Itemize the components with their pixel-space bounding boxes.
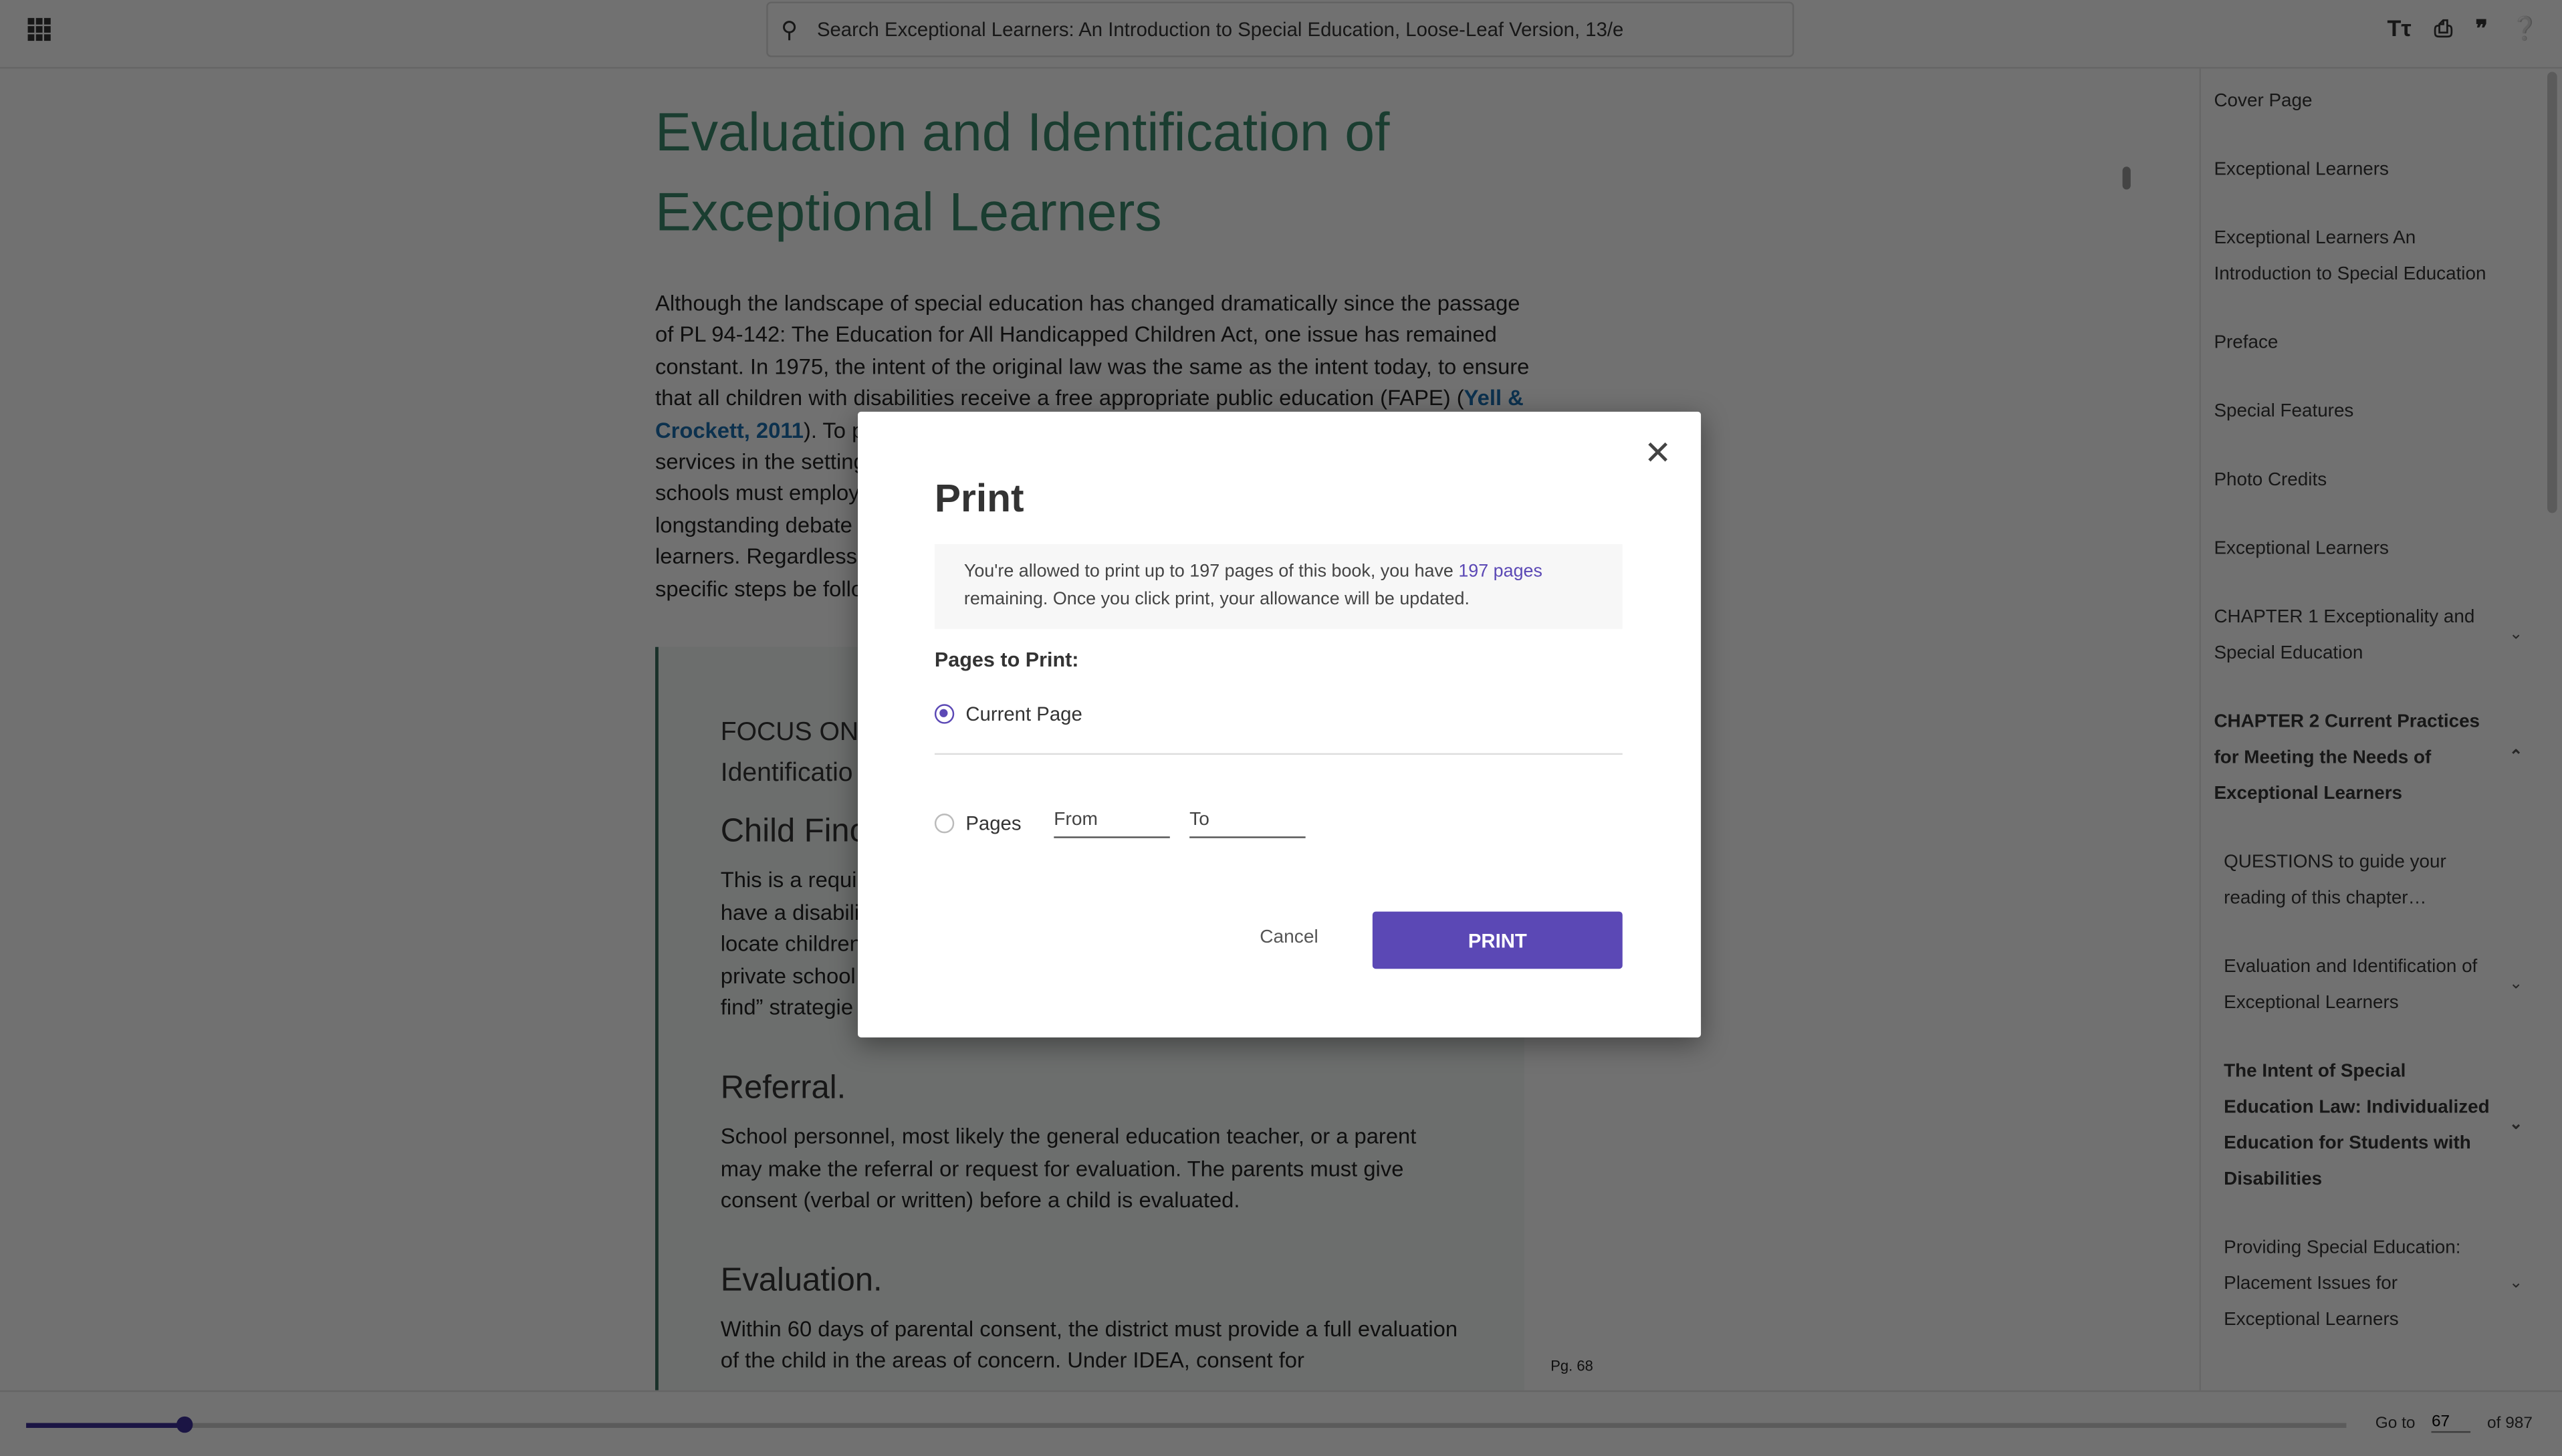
para-line: services in the setting (655, 449, 866, 474)
print-dialog: ✕ Print You're allowed to print up to 19… (858, 411, 1702, 1038)
toc-item-label: Evaluation and Identification of Excepti… (2224, 957, 2478, 1013)
toc-item[interactable]: Providing Special Education: Placement I… (2201, 1230, 2546, 1338)
para-text: ). To p (803, 417, 864, 443)
referral-heading: Referral. (720, 1070, 846, 1106)
chevron-down-icon[interactable]: ⌄ (2509, 618, 2523, 654)
radio-unselected-icon[interactable] (934, 814, 955, 834)
table-of-contents: Cover Page Exceptional Learners Exceptiona… (2199, 68, 2546, 1390)
radio-pages[interactable]: Pages (934, 812, 1022, 835)
evaluation-heading: Evaluation. (720, 1262, 883, 1299)
toc-item[interactable]: Special Features (2201, 394, 2546, 430)
search-input[interactable]: ⚲ Search Exceptional Learners: An Introd… (766, 1, 1794, 57)
chevron-down-icon[interactable]: ⌄ (2509, 967, 2523, 1003)
toc-item[interactable]: The Intent of Special Education Law: Ind… (2201, 1054, 2546, 1197)
toc-item[interactable]: Photo Credits (2201, 463, 2546, 499)
print-allowance-info: You're allowed to print up to 197 pages … (934, 543, 1623, 629)
help-icon[interactable]: ❔ (2511, 15, 2539, 43)
toc-item-label: Exceptional Learners (2214, 160, 2389, 180)
toc-item[interactable]: Evaluation and Identification of Excepti… (2201, 949, 2546, 1021)
print-icon[interactable]: ⎙ (2434, 15, 2452, 43)
apps-grid-icon[interactable] (27, 17, 51, 41)
para-text: Although the landscape of special educat… (655, 291, 1530, 410)
radio-label: Pages (965, 812, 1022, 835)
radio-current-page[interactable]: Current Page (934, 702, 1082, 726)
chevron-down-icon[interactable]: ⌄ (2509, 1108, 2523, 1144)
evaluation-text: Within 60 days of parental consent, the … (720, 1316, 1458, 1373)
toc-item-label: CHAPTER 2 Current Practices for Meeting … (2214, 712, 2480, 804)
page-input[interactable] (2431, 1413, 2471, 1433)
radio-label: Current Page (965, 702, 1082, 726)
close-icon[interactable]: ✕ (1644, 438, 1671, 471)
toc-item[interactable]: Preface (2201, 325, 2546, 361)
content-scrollbar[interactable] (2122, 166, 2131, 190)
text-size-icon[interactable]: Tτ (2388, 15, 2412, 43)
goto-label: Go to (2375, 1414, 2416, 1433)
slider-fill (26, 1423, 185, 1428)
search-icon: ⚲ (781, 15, 798, 42)
pages-remaining-link[interactable]: 197 pages (1458, 562, 1542, 582)
page-total: of 987 (2487, 1414, 2533, 1433)
referral-text: School personnel, most likely the genera… (720, 1124, 1417, 1213)
page-title: Evaluation and Identification of Excepti… (655, 101, 1390, 242)
toc-item[interactable]: QUESTIONS to guide your reading of this … (2201, 844, 2546, 917)
para-line: longstanding debate (655, 512, 852, 537)
toolbar: Tτ ⎙ ❞ ❔ (2388, 15, 2539, 43)
to-page-input[interactable]: To (1189, 810, 1306, 838)
from-page-input[interactable]: From (1054, 810, 1170, 838)
para-line: specific steps be follo (655, 576, 864, 601)
toc-item-label: Exceptional Learners (2214, 539, 2389, 559)
bottom-bar: Go to of 987 (0, 1390, 2562, 1456)
page-number: Pg. 68 (1550, 1357, 1593, 1374)
quote-icon[interactable]: ❞ (2476, 15, 2488, 43)
toc-scrollbar[interactable] (2547, 72, 2557, 513)
toc-item-label: QUESTIONS to guide your reading of this … (2224, 852, 2446, 908)
print-button[interactable]: PRINT (1372, 911, 1623, 969)
chevron-down-icon[interactable]: ⌄ (2509, 1266, 2523, 1302)
toc-item-label: Preface (2214, 333, 2279, 353)
cancel-button[interactable]: Cancel (1260, 928, 1318, 947)
slider-handle[interactable] (175, 1416, 193, 1433)
toc-item[interactable]: Exceptional Learners (2201, 531, 2546, 567)
ebook-reader: ⚲ Search Exceptional Learners: An Introd… (0, 0, 2562, 1456)
toc-item[interactable]: Exceptional Learners (2201, 152, 2546, 188)
toc-item-label: Special Features (2214, 402, 2354, 422)
pages-to-print-label: Pages to Print: (934, 648, 1079, 672)
top-bar: ⚲ Search Exceptional Learners: An Introd… (0, 0, 2562, 69)
toc-item[interactable]: CHAPTER 2 Current Practices for Meeting … (2201, 704, 2546, 812)
divider (934, 753, 1623, 755)
toc-item-label: CHAPTER 1 Exceptionality and Special Edu… (2214, 608, 2475, 664)
toc-item-label: The Intent of Special Education Law: Ind… (2224, 1062, 2490, 1190)
para-line: learners. Regardless (655, 544, 857, 570)
dialog-title: Print (934, 477, 1024, 521)
toc-item[interactable]: Exceptional Learners An Introduction to … (2201, 221, 2546, 293)
toc-item[interactable]: Cover Page (2201, 84, 2546, 120)
search-placeholder: Search Exceptional Learners: An Introduc… (816, 17, 1624, 41)
toc-item-label: Photo Credits (2214, 470, 2327, 491)
page-slider[interactable] (26, 1416, 2347, 1433)
goto-page: Go to of 987 (2375, 1413, 2533, 1433)
radio-selected-icon[interactable] (934, 704, 955, 724)
toc-item-label: Cover Page (2214, 91, 2313, 112)
toc-item-label: Providing Special Education: Placement I… (2224, 1238, 2461, 1330)
para-line: schools must employ (655, 481, 860, 506)
toc-item-label: Exceptional Learners An Introduction to … (2214, 229, 2486, 285)
toc-item[interactable]: CHAPTER 1 Exceptionality and Special Edu… (2201, 600, 2546, 672)
chevron-up-icon[interactable]: ⌃ (2509, 740, 2523, 776)
